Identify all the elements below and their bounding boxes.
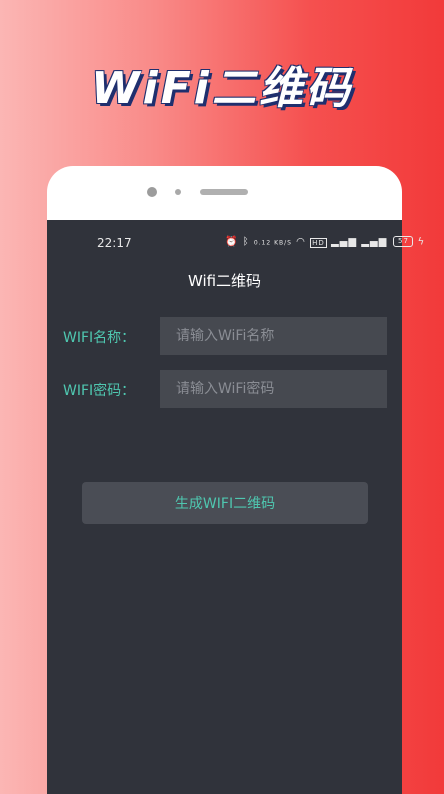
promo-banner-title: WiFi二维码: [91, 63, 353, 114]
page-title: Wifi二维码: [187, 272, 262, 290]
ssid-label: WIFI名称：: [63, 330, 136, 346]
status-icons: ⏰ ᛒ 0.12 KB/S ◠ HD ▂▄▆ ▂▄▆ 57 ϟ: [225, 236, 425, 248]
phone-frame-top: [47, 166, 402, 226]
hd-badge: HD: [310, 237, 327, 248]
alarm-icon: ⏰: [225, 236, 239, 248]
signal-icon: ▂▄▆: [361, 236, 388, 248]
earpiece-speaker: [200, 189, 248, 195]
generate-qr-button[interactable]: 生成WIFI二维码: [82, 482, 368, 524]
wifi-icon: ◠: [296, 236, 306, 248]
net-speed: 0.12 KB/S: [253, 239, 292, 247]
battery-icon: 57: [393, 236, 414, 247]
sensor-icon: [175, 189, 181, 195]
password-label: WIFI密码：: [63, 383, 136, 399]
ssid-input[interactable]: [160, 317, 387, 355]
status-time: 22:17: [97, 236, 132, 250]
phone-screen: 22:17 ⏰ ᛒ 0.12 KB/S ◠ HD ▂▄▆ ▂▄▆ 57 ϟ Wi…: [47, 220, 424, 794]
status-bar: 22:17 ⏰ ᛒ 0.12 KB/S ◠ HD ▂▄▆ ▂▄▆ 57 ϟ: [47, 234, 424, 252]
front-camera-icon: [147, 187, 157, 197]
password-input[interactable]: [160, 370, 387, 408]
charging-icon: ϟ: [417, 236, 426, 248]
signal-icon: ▂▄▆: [330, 236, 358, 248]
bluetooth-icon: ᛒ: [242, 236, 250, 248]
